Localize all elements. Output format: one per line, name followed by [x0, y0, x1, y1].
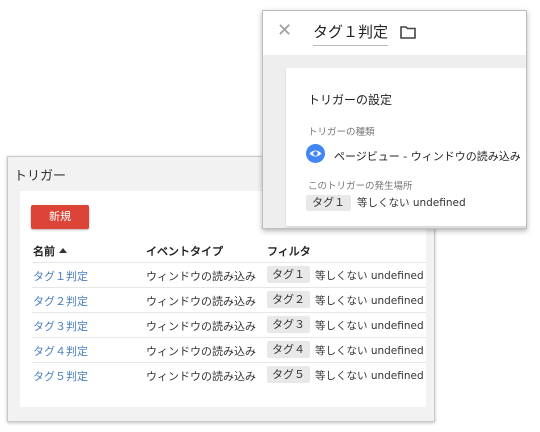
- condition-row: タグ１ 等しくない undefined: [306, 195, 466, 211]
- trigger-settings-card[interactable]: トリガーの設定 トリガーの種類 ページビュー - ウィンドウの読み込み このトリ…: [286, 68, 526, 226]
- card-title: トリガーの設定: [308, 93, 393, 107]
- table-row: タグ１判定 ウィンドウの読み込み タグ１ 等しくない undefined: [32, 262, 426, 287]
- variable-chip: タグ４: [267, 341, 310, 358]
- filter-condition: 等しくない undefined: [315, 270, 424, 282]
- trigger-type-label: トリガーの種類: [308, 127, 375, 138]
- filter-condition: 等しくない undefined: [315, 320, 424, 332]
- event-type-cell: ウィンドウの読み込み: [146, 320, 256, 333]
- variable-chip: タグ２: [267, 291, 310, 308]
- eye-icon: [306, 144, 325, 163]
- trigger-list-title: トリガー: [14, 169, 67, 184]
- trigger-type-value: ページビュー - ウィンドウの読み込み: [334, 150, 521, 163]
- folder-icon[interactable]: [400, 25, 416, 39]
- variable-chip: タグ３: [267, 316, 310, 333]
- filter-condition: 等しくない undefined: [315, 295, 424, 307]
- event-type-cell: ウィンドウの読み込み: [146, 270, 256, 283]
- variable-chip: タグ５: [267, 366, 310, 383]
- filter-condition: 等しくない undefined: [315, 370, 424, 382]
- event-type-cell: ウィンドウの読み込み: [146, 345, 256, 358]
- filter-condition: 等しくない undefined: [357, 197, 466, 209]
- variable-chip: タグ１: [267, 266, 310, 283]
- column-header-name-label: 名前: [33, 245, 55, 258]
- event-type-cell: ウィンドウの読み込み: [146, 295, 256, 308]
- variable-chip: タグ１: [306, 195, 351, 211]
- sort-ascending-icon: [59, 248, 67, 253]
- trigger-name-link[interactable]: タグ１判定: [33, 268, 88, 284]
- table-row: タグ４判定 ウィンドウの読み込み タグ４ 等しくない undefined: [32, 337, 426, 362]
- table-row: タグ３判定 ウィンドウの読み込み タグ３ 等しくない undefined: [32, 312, 426, 337]
- column-header-name[interactable]: 名前: [33, 243, 67, 259]
- event-type-cell: ウィンドウの読み込み: [146, 370, 256, 383]
- trigger-name-link[interactable]: タグ３判定: [33, 318, 88, 334]
- trigger-name-link[interactable]: タグ２判定: [33, 293, 88, 309]
- trigger-fires-on-label: このトリガーの発生場所: [308, 181, 413, 192]
- trigger-table-body: タグ１判定 ウィンドウの読み込み タグ１ 等しくない undefined タグ２…: [32, 262, 426, 387]
- trigger-name-link[interactable]: タグ４判定: [33, 343, 88, 359]
- trigger-name-link[interactable]: タグ５判定: [33, 368, 88, 384]
- table-row: タグ５判定 ウィンドウの読み込み タグ５ 等しくない undefined: [32, 362, 426, 387]
- tag-name-field[interactable]: タグ１判定: [313, 21, 389, 46]
- tag-detail-panel: ✕ タグ１判定 トリガーの設定 トリガーの種類 ページビュー - ウィンドウの読…: [262, 10, 527, 229]
- close-icon[interactable]: ✕: [277, 20, 292, 41]
- filter-condition: 等しくない undefined: [315, 345, 424, 357]
- column-header-event-type: イベントタイプ: [146, 245, 223, 258]
- column-header-filter: フィルタ: [267, 245, 311, 258]
- detail-header: ✕ タグ１判定: [263, 11, 526, 55]
- new-trigger-button[interactable]: 新規: [31, 205, 89, 229]
- table-row: タグ２判定 ウィンドウの読み込み タグ２ 等しくない undefined: [32, 287, 426, 312]
